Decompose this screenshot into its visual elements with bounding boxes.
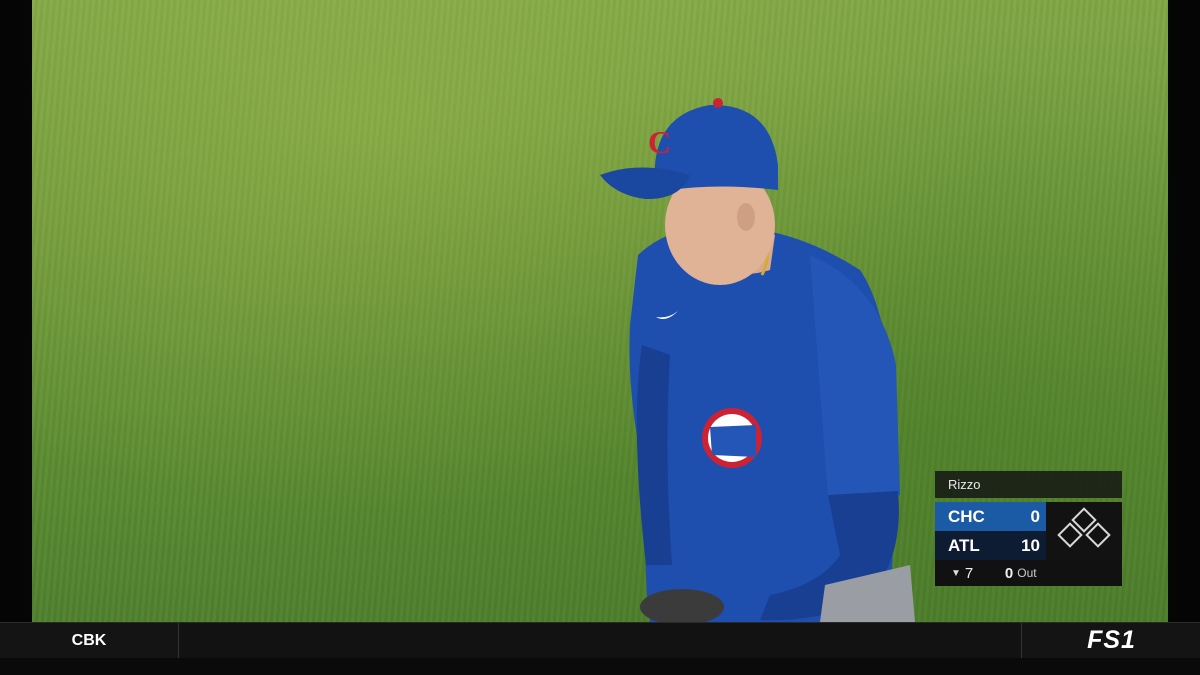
- away-team-row: CHC 0: [935, 502, 1046, 531]
- away-team-abbr: CHC: [948, 506, 985, 526]
- bottom-ticker: CBK FS1: [0, 622, 1200, 659]
- score-bug-body: CHC 0 ATL 10: [935, 502, 1122, 560]
- current-player-name: Rizzo: [935, 471, 1122, 498]
- base-diamond: [1046, 502, 1122, 560]
- bottom-inning-arrow-icon: ▼: [951, 567, 961, 579]
- home-team-row: ATL 10: [935, 531, 1046, 560]
- away-team-runs: 0: [1030, 506, 1040, 526]
- network-logo: FS1: [1021, 623, 1200, 658]
- player-figure: C: [600, 98, 915, 622]
- ticker-content: [179, 623, 1021, 658]
- home-team-abbr: ATL: [948, 535, 980, 555]
- video-frame: C Rizzo CHC 0 ATL 10 ▼ 7 0 Out: [0, 0, 1200, 622]
- home-team-runs: 10: [1021, 535, 1040, 555]
- score-bug: Rizzo CHC 0 ATL 10 ▼ 7 0 Out: [935, 471, 1122, 586]
- outs-label: Out: [1017, 566, 1037, 580]
- outs-count: 0: [1004, 564, 1014, 582]
- ticker-section-label: CBK: [0, 623, 179, 658]
- bottom-strip: [0, 658, 1200, 675]
- svg-text:C: C: [648, 124, 671, 160]
- team-scores: CHC 0 ATL 10: [935, 502, 1046, 560]
- inning-outs-bar: ▼ 7 0 Out: [935, 560, 1122, 586]
- inning-number: 7: [964, 564, 974, 582]
